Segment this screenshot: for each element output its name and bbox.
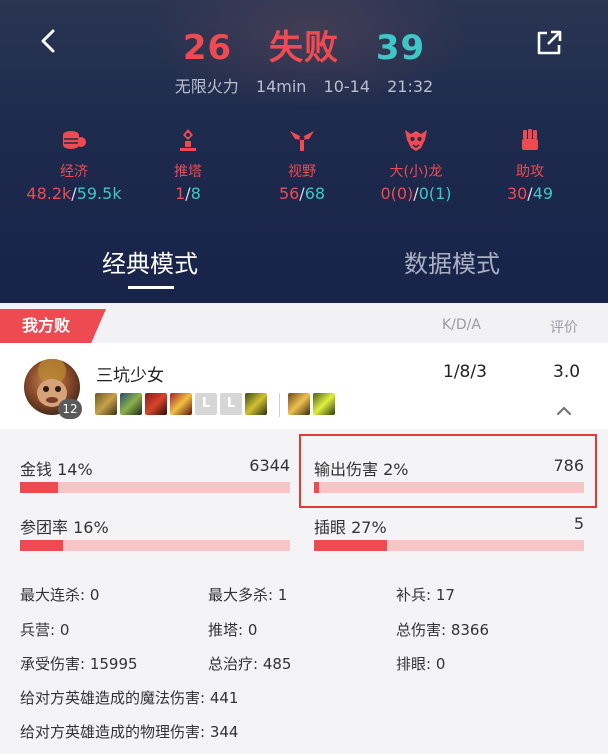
- empty-item-slot: L: [220, 393, 242, 415]
- stat-damage-taken: 承受伤害: 15995: [20, 655, 138, 673]
- fist-icon: [522, 129, 538, 150]
- metric-bar-fill: [20, 540, 64, 551]
- chevron-up-icon: [556, 406, 572, 416]
- match-duration: 14min: [255, 77, 307, 96]
- share-button[interactable]: [534, 28, 564, 58]
- stat-assists: 助攻 30/49: [470, 128, 590, 206]
- metric-bar-fill: [314, 540, 387, 551]
- item-divider: [279, 393, 280, 417]
- stat-value: 0(0)/0(1): [380, 184, 452, 203]
- stat-value: 30/49: [506, 184, 554, 203]
- metric-bar-fill: [314, 482, 320, 493]
- stat-value: 1/8: [175, 184, 201, 203]
- item-slot-2-icon: [120, 393, 142, 415]
- tab-classic-mode[interactable]: 经典模式: [102, 244, 198, 279]
- metric-bar: [314, 540, 584, 551]
- stat-towers-destroyed: 推塔: 0: [208, 621, 258, 639]
- stat-label: 助攻: [516, 164, 544, 180]
- mode-tabs: 经典模式 数据模式: [0, 244, 608, 294]
- stat-theirs: 59.5k: [76, 184, 122, 203]
- rating-column-header: 评价: [550, 320, 578, 336]
- player-kda: 1/8/3: [443, 362, 487, 382]
- stat-value: 56/68: [278, 184, 326, 203]
- item-slot-4-icon: [170, 393, 192, 415]
- stat-cs: 补兵: 17: [396, 586, 455, 604]
- metric-label: 参团率 16%: [20, 518, 109, 537]
- stat-value: 48.2k/59.5k: [26, 184, 122, 203]
- stat-theirs: 8: [190, 184, 201, 203]
- empty-item-slot: L: [195, 393, 217, 415]
- champion-level-badge: 12: [58, 399, 82, 419]
- metric-bar: [20, 540, 290, 551]
- score-row: 26 失败 39: [0, 20, 608, 69]
- stat-physical-damage: 给对方英雄造成的物理伤害: 344: [20, 723, 239, 741]
- kda-column-header: K/D/A: [442, 317, 481, 333]
- team-header: 我方败 K/D/A 评价: [0, 303, 608, 343]
- stat-ours: 1: [175, 184, 186, 203]
- match-meta: 无限火力 14min 10-14 21:32: [0, 73, 608, 97]
- collapse-button[interactable]: [556, 401, 572, 416]
- metric-participation: 参团率 16%: [20, 514, 290, 554]
- stat-ours: 48.2k: [26, 184, 72, 203]
- metric-label: 插眼 27%: [314, 518, 387, 537]
- summoner-spell-1-icon: [288, 393, 310, 415]
- player-name: 三坑少女: [96, 366, 164, 386]
- enemy-score: 39: [375, 28, 426, 68]
- share-icon: [537, 30, 562, 55]
- item-slot-3-icon: [145, 393, 167, 415]
- stat-theirs: 0(1): [418, 184, 452, 203]
- match-header: 26 失败 39 无限火力 14min 10-14 21:32 经济 48.2k…: [0, 0, 608, 303]
- team-result-tag: 我方败: [0, 309, 106, 343]
- metric-bar: [314, 482, 584, 493]
- stat-max-multikill: 最大多杀: 1: [208, 586, 288, 604]
- metric-gold: 金钱 14% 6344: [20, 456, 290, 496]
- coins-icon: [63, 131, 86, 149]
- stat-theirs: 49: [532, 184, 554, 203]
- stat-ours: 56: [278, 184, 300, 203]
- stat-barracks: 兵营: 0: [20, 621, 70, 639]
- ward-icon: [290, 131, 314, 151]
- stat-towers: 推塔 1/8: [128, 128, 248, 206]
- stat-magic-damage: 给对方英雄造成的魔法伤害: 441: [20, 689, 239, 707]
- match-time: 21:32: [387, 77, 434, 96]
- dragon-icon: [405, 130, 427, 151]
- tab-data-mode[interactable]: 数据模式: [404, 244, 500, 279]
- metric-bar-fill: [20, 482, 58, 493]
- metric-value: 786: [553, 456, 584, 475]
- stat-label: 大(小)龙: [389, 164, 443, 180]
- summoner-spell-2-icon: [313, 393, 335, 415]
- stat-vision: 视野 56/68: [242, 128, 362, 206]
- metric-damage: 输出伤害 2% 786: [314, 456, 584, 496]
- stat-label: 推塔: [174, 164, 202, 180]
- item-slot-1-icon: [95, 393, 117, 415]
- player-row[interactable]: 12 三坑少女 1/8/3 3.0 L L: [0, 343, 608, 429]
- stat-healing: 总治疗: 485: [208, 655, 292, 673]
- metric-value: 5: [573, 514, 584, 533]
- game-mode: 无限火力: [174, 77, 239, 96]
- our-score: 26: [182, 28, 233, 68]
- match-result: 失败: [269, 28, 339, 68]
- stat-dragons: 大(小)龙 0(0)/0(1): [356, 128, 476, 206]
- stat-max-streak: 最大连杀: 0: [20, 586, 100, 604]
- team-stats: 经济 48.2k/59.5k 推塔 1/8 视野 56/68 大(小)龙 0(0…: [0, 128, 608, 208]
- stat-total-damage: 总伤害: 8366: [396, 621, 489, 639]
- active-tab-indicator: [128, 286, 174, 289]
- tower-icon: [180, 129, 196, 151]
- metric-value: 6344: [249, 456, 290, 475]
- stat-label: 经济: [60, 164, 88, 180]
- stat-ours: 30: [506, 184, 528, 203]
- stat-economy: 经济 48.2k/59.5k: [14, 128, 134, 206]
- metric-bar: [20, 482, 290, 493]
- stat-theirs: 68: [304, 184, 326, 203]
- trinket-icon: [245, 393, 267, 415]
- metric-label: 输出伤害 2%: [314, 460, 409, 479]
- stat-label: 视野: [288, 164, 316, 180]
- match-date: 10-14: [323, 77, 371, 96]
- player-rating: 3.0: [553, 362, 581, 382]
- metric-wards: 插眼 27% 5: [314, 514, 584, 554]
- metric-label: 金钱 14%: [20, 460, 93, 479]
- stat-wards-cleared: 排眼: 0: [396, 655, 446, 673]
- stat-ours: 0(0): [380, 184, 414, 203]
